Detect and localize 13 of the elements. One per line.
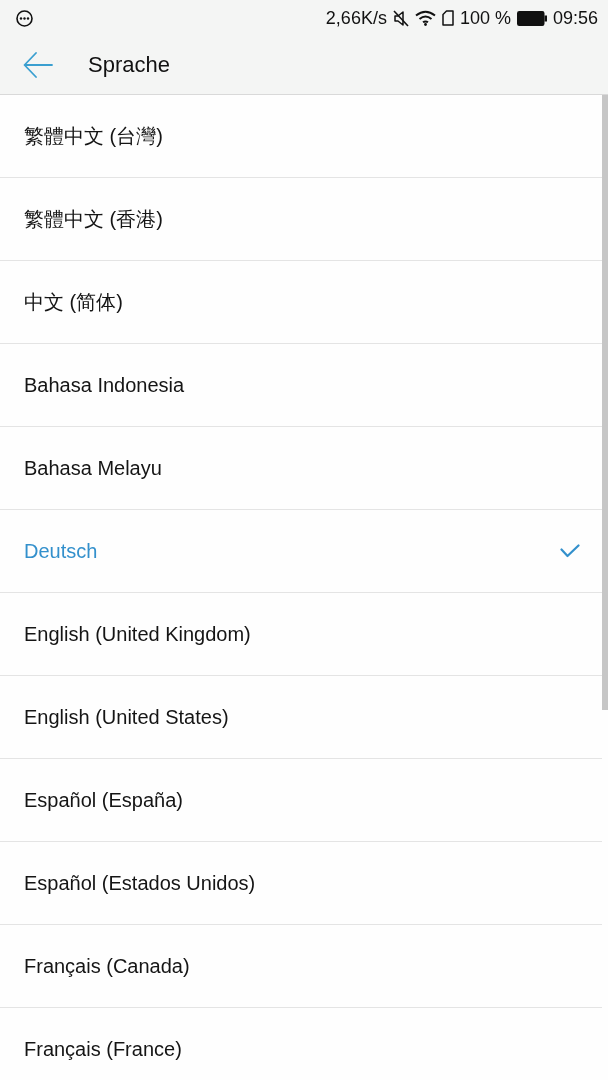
clock-time: 09:56 bbox=[552, 8, 598, 28]
check-icon bbox=[560, 544, 580, 558]
sim-card-icon bbox=[441, 10, 454, 26]
scrollbar-thumb[interactable] bbox=[602, 95, 608, 710]
back-button[interactable] bbox=[22, 50, 54, 80]
wifi-icon bbox=[414, 10, 436, 26]
more-icon bbox=[16, 9, 33, 27]
battery-icon bbox=[516, 10, 547, 26]
battery-percent: 100 % bbox=[459, 8, 511, 28]
page-title: Sprache bbox=[88, 52, 170, 78]
network-speed: 2,66K/s bbox=[325, 8, 387, 28]
back-arrow-icon bbox=[23, 52, 53, 78]
mute-icon bbox=[392, 9, 409, 27]
